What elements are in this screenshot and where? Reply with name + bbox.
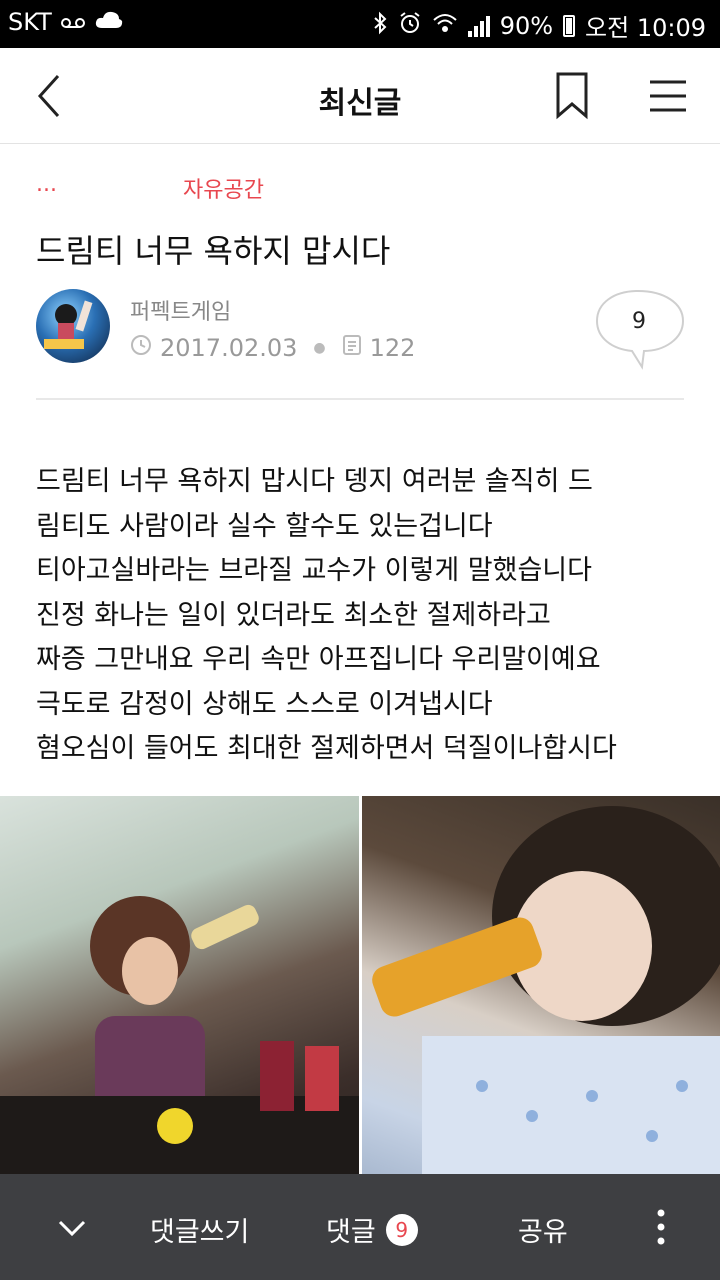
post-date: 2017.02.03 bbox=[160, 334, 298, 362]
clock: 오전 10:09 bbox=[585, 14, 706, 42]
write-comment-button[interactable]: 댓글쓰기 bbox=[150, 1210, 249, 1249]
separator-dot: ● bbox=[313, 340, 326, 356]
status-bar: SKT 90% 오전 10:09 bbox=[0, 0, 720, 48]
body-line: 림티도 사람이라 실수 할수도 있는겁니다 bbox=[36, 510, 493, 542]
body-line: 티아고실바라는 브라질 교수가 이렇게 말했습니다 bbox=[36, 555, 592, 586]
hamburger-menu-icon[interactable] bbox=[644, 72, 692, 120]
comment-count-button[interactable]: 9 bbox=[594, 289, 686, 371]
photo-left bbox=[0, 796, 359, 1174]
bluetooth-icon bbox=[372, 11, 388, 41]
signal-icon bbox=[467, 15, 490, 37]
page-title: 최신글 bbox=[318, 86, 402, 121]
app-header: 최신글 bbox=[0, 48, 720, 144]
cloud-icon bbox=[94, 8, 124, 36]
comments-button[interactable]: 댓글 9 bbox=[326, 1210, 418, 1249]
comments-badge: 9 bbox=[385, 1213, 418, 1246]
views-icon bbox=[342, 334, 362, 362]
carrier-label: SKT bbox=[8, 8, 52, 36]
share-button[interactable]: 공유 bbox=[518, 1210, 568, 1249]
battery-percent: 90% bbox=[499, 11, 554, 40]
breadcrumb-more[interactable]: ... bbox=[36, 172, 57, 197]
body-line: 극도로 감정이 상해도 스스로 이겨냅시다 bbox=[36, 688, 493, 720]
comments-label: 댓글 bbox=[326, 1217, 376, 1248]
bottom-action-bar: 댓글쓰기 댓글 9 공유 bbox=[0, 1174, 720, 1280]
view-count: 122 bbox=[369, 334, 416, 362]
bookmark-icon[interactable] bbox=[548, 70, 596, 122]
post-image[interactable] bbox=[0, 796, 720, 1174]
body-line: 혐오심이 들어도 최대한 절제하면서 덕질이나합시다 bbox=[36, 733, 617, 764]
body-line: 드림티 너무 욕하지 맙시다 뎅지 여러분 솔직히 드 bbox=[36, 466, 593, 497]
photo-right bbox=[362, 796, 720, 1174]
comment-count: 9 bbox=[632, 309, 646, 334]
wifi-icon bbox=[432, 12, 458, 40]
chevron-down-icon[interactable] bbox=[52, 1208, 92, 1248]
voicemail-icon bbox=[60, 8, 86, 36]
avatar[interactable] bbox=[36, 289, 110, 363]
alarm-icon bbox=[398, 11, 422, 41]
post-header: ... 자유공간 드림티 너무 욕하지 맙시다 퍼펙트게임 2017.02.03… bbox=[36, 144, 686, 400]
post-title: 드림티 너무 욕하지 맙시다 bbox=[36, 232, 391, 270]
author-name[interactable]: 퍼펙트게임 bbox=[130, 294, 231, 326]
more-options-icon[interactable] bbox=[646, 1204, 676, 1250]
body-line: 진정 화나는 일이 있더라도 최소한 절제하라고 bbox=[36, 599, 551, 631]
battery-icon bbox=[563, 14, 576, 37]
board-link[interactable]: 자유공간 bbox=[183, 172, 264, 204]
body-line: 짜증 그만내요 우리 속만 아프집니다 우리말이예요 bbox=[36, 644, 601, 675]
post-meta: 2017.02.03 ● 122 bbox=[130, 334, 415, 362]
clock-icon bbox=[130, 334, 152, 362]
post-body: 드림티 너무 욕하지 맙시다 뎅지 여러분 솔직히 드 림티도 사람이라 실수 … bbox=[36, 460, 686, 772]
